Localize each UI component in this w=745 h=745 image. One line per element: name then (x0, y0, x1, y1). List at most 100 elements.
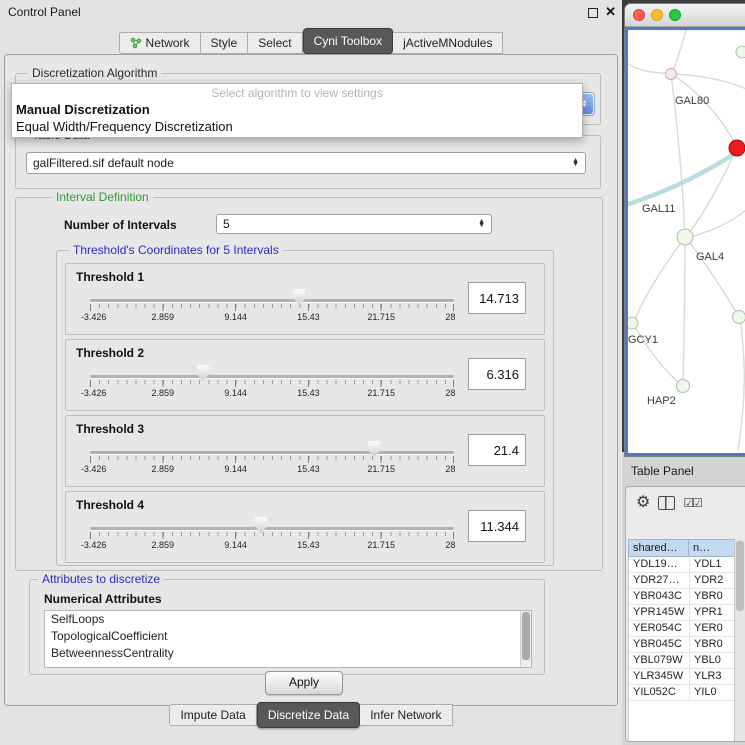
table-cell[interactable]: YLR345W (629, 669, 690, 684)
table-cell[interactable]: YPR1 (690, 605, 735, 620)
table-scrollbar[interactable] (734, 539, 745, 741)
table-cell[interactable]: YBR0 (690, 637, 735, 652)
number-of-intervals-combobox[interactable]: 5 ▲▼ (216, 214, 492, 234)
threshold-slider[interactable]: -3.426 2.859 9.144 15.43 21.715 28 (90, 516, 454, 550)
slider-thumb[interactable] (293, 289, 306, 305)
threshold-value-field[interactable]: 21.4 (468, 434, 526, 466)
column-layout-icon[interactable] (658, 496, 675, 510)
close-traffic-icon[interactable] (633, 9, 645, 21)
network-node[interactable] (666, 69, 677, 80)
slider-thumb[interactable] (367, 441, 380, 457)
tab-select[interactable]: Select (248, 32, 302, 54)
tab-style[interactable]: Style (201, 32, 249, 54)
threshold-value-field[interactable]: 11.344 (468, 510, 526, 542)
threshold-coordinates-title: Threshold's Coordinates for 5 Intervals (69, 243, 283, 257)
threshold-slider[interactable]: -3.426 2.859 9.144 15.43 21.715 28 (90, 288, 454, 322)
close-icon[interactable]: ✕ (605, 4, 616, 20)
attributes-group-title: Attributes to discretize (38, 572, 164, 586)
table-cell[interactable]: YDR2 (690, 573, 735, 588)
threshold-slider[interactable]: -3.426 2.859 9.144 15.43 21.715 28 (90, 364, 454, 398)
table-row[interactable]: YBR045CYBR0 (629, 637, 735, 653)
node-label: GAL80 (675, 95, 709, 107)
table-cell[interactable]: YER054C (629, 621, 690, 636)
slider-scale: -3.426 2.859 9.144 15.43 21.715 28 (90, 464, 454, 474)
tick-label: 28 (445, 312, 455, 322)
table-cell[interactable]: YIL0 (690, 685, 735, 700)
slider-thumb[interactable] (196, 365, 209, 381)
select-checkboxes-icon[interactable]: ☑☑ (683, 496, 701, 510)
selected-node[interactable] (729, 140, 745, 156)
table-cell[interactable]: YBL079W (629, 653, 690, 668)
table-row[interactable]: YBL079WYBL0 (629, 653, 735, 669)
slider-thumb[interactable] (255, 517, 268, 533)
slider-track (90, 299, 454, 302)
network-node[interactable] (677, 380, 690, 393)
table-cell[interactable]: YDL1 (690, 557, 735, 572)
tab-label: Network (146, 36, 190, 50)
table-cell[interactable]: YDR27… (629, 573, 690, 588)
slider-ticks (90, 456, 454, 463)
numerical-attributes-list[interactable]: SelfLoops TopologicalCoefficient Between… (44, 610, 532, 668)
table-cell[interactable]: YER0 (690, 621, 735, 636)
scrollbar-thumb[interactable] (522, 612, 530, 660)
network-node[interactable] (677, 229, 693, 245)
network-window-titlebar[interactable] (625, 4, 745, 27)
table-row[interactable]: YDL19…YDL1 (629, 557, 735, 573)
tick-label: -3.426 (81, 540, 107, 550)
tab-label: Cyni Toolbox (314, 34, 382, 48)
table-cell[interactable]: YLR3 (690, 669, 735, 684)
scrollbar-thumb[interactable] (736, 541, 744, 611)
tab-cyni-toolbox[interactable]: Cyni Toolbox (303, 28, 393, 54)
tick-label: 28 (445, 464, 455, 474)
tab-network[interactable]: Network (119, 32, 201, 54)
float-window-icon[interactable] (588, 8, 598, 18)
table-row[interactable]: YLR345WYLR3 (629, 669, 735, 685)
column-header[interactable]: shared… (628, 539, 689, 557)
apply-button[interactable]: Apply (265, 671, 343, 695)
zoom-traffic-icon[interactable] (669, 9, 681, 21)
tab-impute-data[interactable]: Impute Data (169, 704, 256, 726)
list-item[interactable]: SelfLoops (45, 611, 531, 628)
table-cell[interactable]: YBR043C (629, 589, 690, 604)
tab-jactivemnodules[interactable]: jActiveMNodules (393, 32, 503, 54)
network-node[interactable] (628, 317, 638, 329)
table-data-combobox[interactable]: galFiltered.sif default node ▲▼ (26, 152, 586, 174)
slider-scale: -3.426 2.859 9.144 15.43 21.715 28 (90, 540, 454, 550)
list-item[interactable]: BetweennessCentrality (45, 645, 531, 662)
top-tab-bar: Network Style Select Cyni Toolbox jActiv… (0, 28, 622, 54)
network-canvas[interactable]: GAL80 GAL11 GAL4 GCY1 HAP2 (625, 27, 745, 456)
table-cell[interactable]: YBR045C (629, 637, 690, 652)
threshold-slider[interactable]: -3.426 2.859 9.144 15.43 21.715 28 (90, 440, 454, 474)
settings-gear-icon[interactable]: ⚙ (636, 495, 650, 511)
table-cell[interactable]: YBL0 (690, 653, 735, 668)
network-view-window: GAL80 GAL11 GAL4 GCY1 HAP2 (625, 4, 745, 456)
threshold-coordinates-group: Threshold's Coordinates for 5 Intervals … (56, 250, 554, 566)
tab-discretize-data[interactable]: Discretize Data (257, 702, 360, 728)
table-cell[interactable]: YDL19… (629, 557, 690, 572)
column-header[interactable]: n… (689, 539, 735, 557)
algorithm-option[interactable]: Equal Width/Frequency Discretization (12, 118, 582, 135)
table-cell[interactable]: YIL052C (629, 685, 690, 700)
tick-label: 15.43 (297, 540, 320, 550)
list-item[interactable]: TopologicalCoefficient (45, 628, 531, 645)
interval-definition-group: Interval Definition Number of Intervals … (15, 197, 603, 571)
tab-label: Style (211, 36, 238, 50)
threshold-value-field[interactable]: 6.316 (468, 358, 526, 390)
table-row[interactable]: YPR145WYPR1 (629, 605, 735, 621)
table-row[interactable]: YER054CYER0 (629, 621, 735, 637)
table-row[interactable]: YDR27…YDR2 (629, 573, 735, 589)
algorithm-option[interactable]: Manual Discretization (12, 101, 582, 118)
network-node[interactable] (733, 311, 745, 324)
minimize-traffic-icon[interactable] (651, 9, 663, 21)
table-row[interactable]: YIL052CYIL0 (629, 685, 735, 701)
tick-label: 9.144 (224, 540, 247, 550)
threshold-value-field[interactable]: 14.713 (468, 282, 526, 314)
table-row[interactable]: YBR043CYBR0 (629, 589, 735, 605)
table-cell[interactable]: YBR0 (690, 589, 735, 604)
table-cell[interactable]: YPR145W (629, 605, 690, 620)
network-node[interactable] (736, 46, 745, 58)
list-scrollbar[interactable] (520, 611, 531, 667)
control-panel-titlebar: Control Panel ✕ (0, 0, 622, 24)
tab-infer-network[interactable]: Infer Network (360, 704, 452, 726)
threshold-3-panel: Threshold 3 21.4 -3.426 2.859 9.144 15.4… (65, 415, 545, 487)
